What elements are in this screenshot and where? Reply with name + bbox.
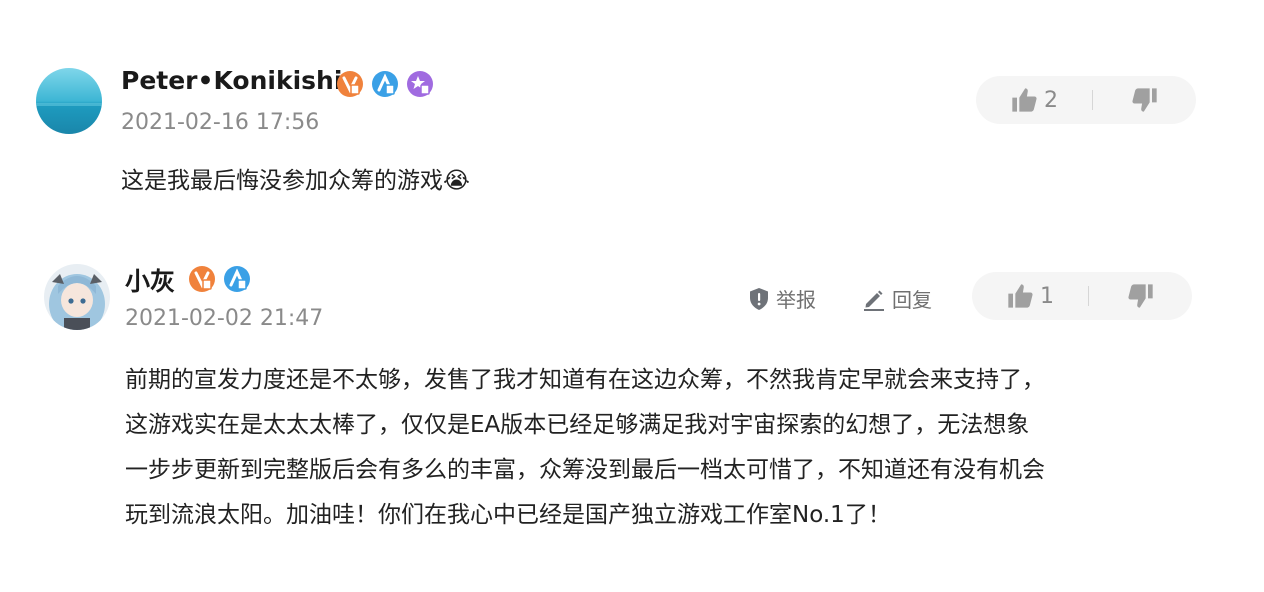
reply-label: 回复 (892, 288, 932, 312)
reply-button[interactable]: 回复 (862, 284, 932, 313)
thumbs-up-icon (1012, 88, 1037, 112)
username[interactable]: Peter•Konikishi (121, 66, 342, 95)
comment-content: 这是我最后悔没参加众筹的游戏😭 (121, 162, 470, 200)
comment-list: Peter•Konikishi 2021-02-16 17:56 2 这是我最后… (0, 0, 1264, 592)
blue-badge-icon (224, 266, 250, 292)
vote-control: 2 (976, 76, 1196, 124)
vote-control: 1 (972, 272, 1192, 320)
purple-star-badge-icon (407, 71, 433, 97)
comment-content: 前期的宣发力度还是不太够，发售了我才知道有在这边众筹，不然我肯定早就会来支持了，… (125, 358, 1045, 538)
orange-badge-icon (189, 266, 215, 292)
like-count: 1 (1040, 283, 1054, 309)
badge-group (188, 265, 251, 293)
pencil-icon (864, 290, 884, 311)
report-label: 举报 (776, 288, 816, 312)
blue-badge-icon (372, 71, 398, 97)
comment-text-line: 一步步更新到完整版后会有多么的丰富，众筹没到最后一档太可惜了，不知道还有没有机会 (125, 457, 1045, 483)
thumbs-up-icon (1008, 284, 1033, 308)
like-count: 2 (1044, 87, 1058, 113)
dislike-button[interactable] (1089, 272, 1192, 320)
comment-text-line: 这游戏实在是太太太棒了，仅仅是EA版本已经足够满足我对宇宙探索的幻想了，无法想象 (125, 412, 1030, 438)
report-button[interactable]: 举报 (748, 284, 816, 313)
timestamp: 2021-02-02 21:47 (125, 306, 324, 331)
like-button[interactable]: 1 (972, 272, 1088, 320)
username[interactable]: 小灰 (125, 262, 175, 298)
avatar[interactable] (36, 68, 102, 134)
dislike-button[interactable] (1093, 76, 1196, 124)
shield-icon (750, 287, 768, 310)
timestamp: 2021-02-16 17:56 (121, 110, 320, 135)
badge-group (336, 70, 434, 98)
like-button[interactable]: 2 (976, 76, 1092, 124)
comment-text-line: 玩到流浪太阳。加油哇！你们在我心中已经是国产独立游戏工作室No.1了！ (125, 502, 891, 528)
comment-text-line: 这是我最后悔没参加众筹的游戏😭 (121, 168, 470, 194)
comment-text-line: 前期的宣发力度还是不太够，发售了我才知道有在这边众筹，不然我肯定早就会来支持了， (125, 367, 1045, 393)
avatar[interactable] (44, 264, 110, 330)
thumbs-down-icon (1127, 284, 1153, 308)
thumbs-down-icon (1131, 88, 1157, 112)
orange-badge-icon (337, 71, 363, 97)
